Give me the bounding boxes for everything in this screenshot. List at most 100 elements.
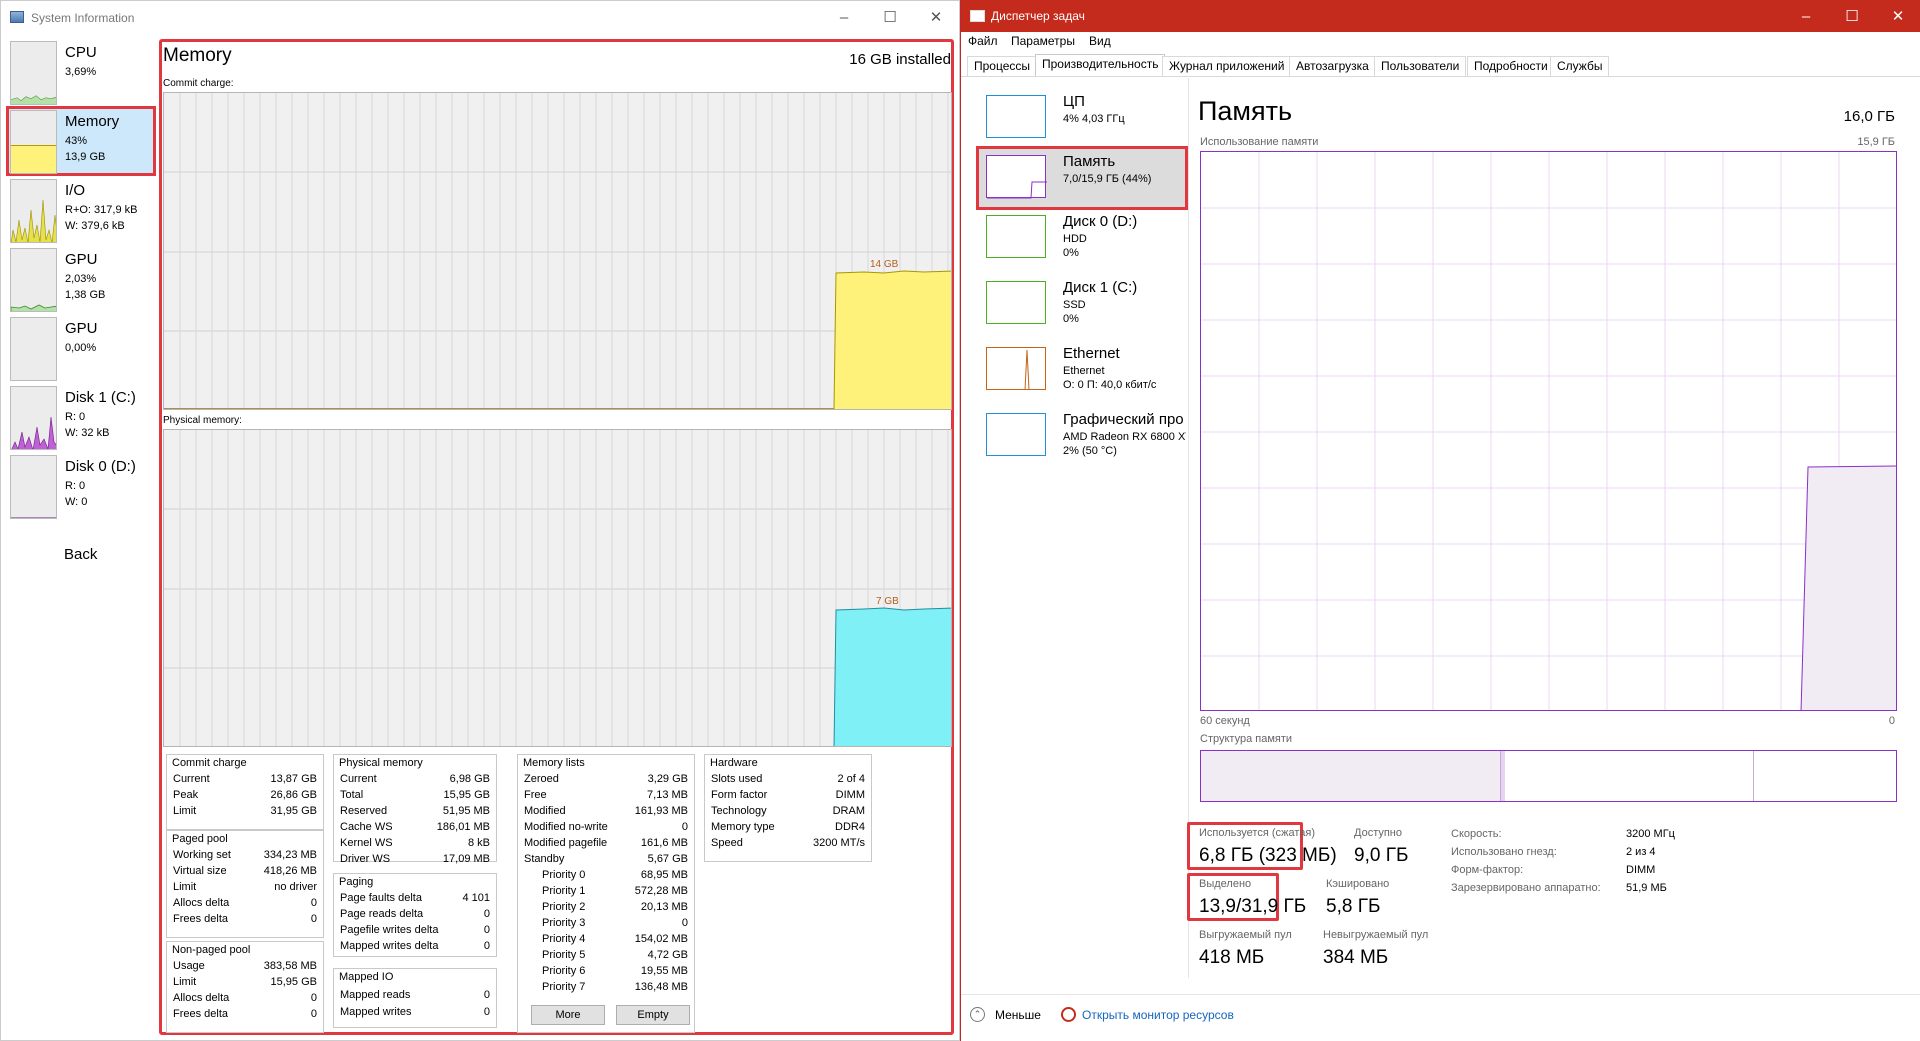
priority-row: Priority 1 572,28 MB — [542, 885, 688, 897]
menu-view[interactable]: Вид — [1089, 34, 1111, 48]
empty-button[interactable]: Empty — [616, 1005, 690, 1025]
title-bar: Диспетчер задач – ☐ ✕ — [961, 0, 1920, 32]
stat-row: Virtual size 418,26 MB — [173, 865, 317, 877]
hw-form-factor-label: Форм-фактор: — [1451, 864, 1524, 876]
stat-row: Zeroed 3,29 GB — [524, 773, 688, 785]
gpu-thumbnail-graph — [10, 317, 57, 381]
panel-title: Memory — [163, 45, 232, 66]
sidebar-item-value: 2% (50 °C) — [1063, 445, 1117, 457]
cpu-thumbnail-graph — [986, 95, 1046, 138]
tab-divider — [961, 76, 1920, 77]
sidebar-item-name: Memory — [65, 113, 120, 130]
sidebar-item-disk-c[interactable]: Disk 1 (C:) R: 0 W: 32 kB — [8, 384, 154, 450]
minimize-button[interactable]: – — [1783, 0, 1829, 32]
more-button[interactable]: More — [531, 1005, 605, 1025]
composition-label: Структура памяти — [1200, 733, 1293, 745]
tab-users[interactable]: Пользователи — [1374, 56, 1467, 76]
sidebar-item-value: 43% — [65, 135, 88, 147]
hw-speed-value: 3200 МГц — [1626, 828, 1675, 840]
usage-graph-max: 15,9 ГБ — [1857, 136, 1895, 148]
back-button[interactable]: Back — [64, 546, 97, 563]
tab-services[interactable]: Службы — [1550, 56, 1610, 76]
minimize-button[interactable]: – — [821, 1, 867, 33]
stat-row: Kernel WS 8 kB — [340, 837, 490, 849]
sidebar-item-disk-c[interactable]: Диск 1 (C:) SSD 0% — [978, 274, 1186, 334]
hw-slots-label: Использовано гнезд: — [1451, 846, 1557, 858]
sidebar-item-disk-d[interactable]: Диск 0 (D:) HDD 0% — [978, 208, 1186, 268]
sidebar-item-name: CPU — [65, 44, 97, 61]
window-title: Диспетчер задач — [991, 9, 1085, 23]
stat-row: Modified no-write 0 — [524, 821, 688, 833]
menu-file[interactable]: Файл — [968, 34, 998, 48]
disk-thumbnail-graph — [986, 215, 1046, 258]
maximize-button[interactable]: ☐ — [1829, 0, 1875, 32]
sidebar-item-io[interactable]: I/O R+O: 317,9 kB W: 379,6 kB — [8, 177, 154, 243]
memory-panel: Memory 16 GB installed Commit charge: 14… — [159, 39, 954, 1035]
tab-details[interactable]: Подробности — [1467, 56, 1555, 76]
stat-row: Current 6,98 GB — [340, 773, 490, 785]
sidebar-item-memory[interactable]: Память 7,0/15,9 ГБ (44%) — [976, 146, 1188, 210]
stat-row: Mapped writes delta 0 — [340, 940, 490, 952]
cached-value: 5,8 ГБ — [1326, 896, 1381, 917]
fewer-details-button[interactable]: Меньше — [995, 1008, 1041, 1022]
close-button[interactable]: ✕ — [913, 1, 959, 33]
installed-memory: 16 GB installed — [849, 51, 951, 68]
box-title: Hardware — [710, 757, 758, 769]
physical-graph-label: Physical memory: — [163, 415, 242, 426]
memory-composition-bar — [1200, 750, 1897, 802]
sidebar-item-value: 13,9 GB — [65, 151, 106, 163]
nonpaged-pool-box: Non-paged pool Usage 383,58 MB Limit 15,95… — [166, 941, 324, 1033]
sidebar-item-cpu[interactable]: ЦП 4% 4,03 ГГц — [978, 88, 1186, 148]
priority-row: Priority 30 — [542, 917, 688, 929]
tab-app-history[interactable]: Журнал приложений — [1162, 56, 1292, 76]
sidebar-item-name: ЦП — [1063, 93, 1085, 110]
resource-monitor-icon[interactable] — [1061, 1007, 1076, 1022]
sidebar-item-value: 1,38 GB — [65, 289, 106, 301]
sidebar-item-ethernet[interactable]: Ethernet Ethernet О: 0 П: 40,0 кбит/с — [978, 340, 1186, 400]
total-memory: 16,0 ГБ — [1843, 108, 1895, 125]
maximize-button[interactable]: ☐ — [867, 1, 913, 33]
sidebar-item-cpu[interactable]: CPU 3,69% — [8, 39, 154, 105]
tab-processes[interactable]: Процессы — [967, 56, 1038, 76]
paged-pool-box: Paged pool Working set 334,23 MB Virtual … — [166, 830, 324, 938]
open-resource-monitor-link[interactable]: Открыть монитор ресурсов — [1082, 1008, 1234, 1022]
sidebar-item-gpu[interactable]: Графический про AMD Radeon RX 6800 XT 2%… — [978, 406, 1186, 466]
stat-row: Mapped writes 0 — [340, 1006, 490, 1018]
nonpaged-pool-label: Невыгружаемый пул — [1323, 929, 1429, 941]
sidebar-item-name: GPU — [65, 251, 98, 268]
window-title: System Information — [31, 11, 135, 25]
sidebar-item-gpu-1[interactable]: GPU 0,00% — [8, 315, 154, 381]
tab-performance[interactable]: Производительность — [1035, 54, 1166, 76]
tab-startup[interactable]: Автозагрузка — [1289, 56, 1376, 76]
sidebar-item-value: R+O: 317,9 kB — [65, 204, 138, 216]
stat-row: Page faults delta 4 101 — [340, 892, 490, 904]
stat-row: Total 15,95 GB — [340, 789, 490, 801]
sidebar-item-value: О: 0 П: 40,0 кбит/с — [1063, 379, 1157, 391]
sidebar-item-gpu-0[interactable]: GPU 2,03% 1,38 GB — [8, 246, 154, 312]
in-use-label: Используется (сжатая) — [1199, 827, 1316, 839]
committed-value: 13,9/31,9 ГБ — [1199, 896, 1307, 917]
stat-row: Peak 26,86 GB — [173, 789, 317, 801]
available-value: 9,0 ГБ — [1354, 845, 1409, 866]
stat-row: Reserved 51,95 MB — [340, 805, 490, 817]
stat-row: Speed 3200 MT/s — [711, 837, 865, 849]
sidebar-item-disk-d[interactable]: Disk 0 (D:) R: 0 W: 0 — [8, 453, 154, 519]
app-icon — [970, 10, 985, 22]
mapped-io-box: Mapped IO Mapped reads 0 Mapped writes 0 — [333, 968, 497, 1028]
paged-pool-value: 418 МБ — [1199, 947, 1265, 968]
sidebar-item-memory[interactable]: Memory 43% 13,9 GB — [6, 106, 156, 176]
stat-row: Frees delta 0 — [173, 913, 317, 925]
memory-thumbnail-graph — [10, 110, 57, 174]
sidebar-item-value: SSD — [1063, 299, 1086, 311]
chevron-up-icon[interactable]: ⌃ — [970, 1007, 985, 1022]
hw-reserved-value: 51,9 МБ — [1626, 882, 1667, 894]
menu-options[interactable]: Параметры — [1011, 34, 1075, 48]
close-button[interactable]: ✕ — [1875, 0, 1920, 32]
stat-row: Technology DRAM — [711, 805, 865, 817]
priority-row: Priority 6 19,55 MB — [542, 965, 688, 977]
gpu-thumbnail-graph — [986, 413, 1046, 456]
available-label: Доступно — [1354, 827, 1403, 839]
memory-usage-graph — [1200, 151, 1897, 711]
stat-row: Pagefile writes delta 0 — [340, 924, 490, 936]
disk-thumbnail-graph — [10, 386, 57, 450]
